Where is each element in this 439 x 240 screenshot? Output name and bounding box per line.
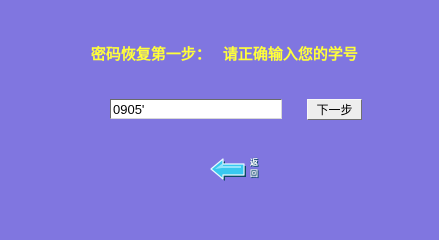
back-label: 返 回 (248, 157, 260, 179)
next-step-button[interactable]: 下一步 (307, 99, 362, 120)
back-label-bottom: 回 (250, 169, 258, 178)
page-title-instruction: 请正确输入您的学号 (223, 45, 359, 63)
back-label-top: 返 (250, 158, 258, 167)
password-recovery-page: 密码恢复第一步： 请正确输入您的学号 下一步 返 回 (0, 0, 439, 226)
page-title-step: 密码恢复第一步： (91, 45, 212, 63)
back-button[interactable]: 返 回 (208, 155, 266, 183)
page-title: 密码恢复第一步： 请正确输入您的学号 (91, 44, 358, 64)
student-id-input[interactable] (110, 99, 282, 119)
